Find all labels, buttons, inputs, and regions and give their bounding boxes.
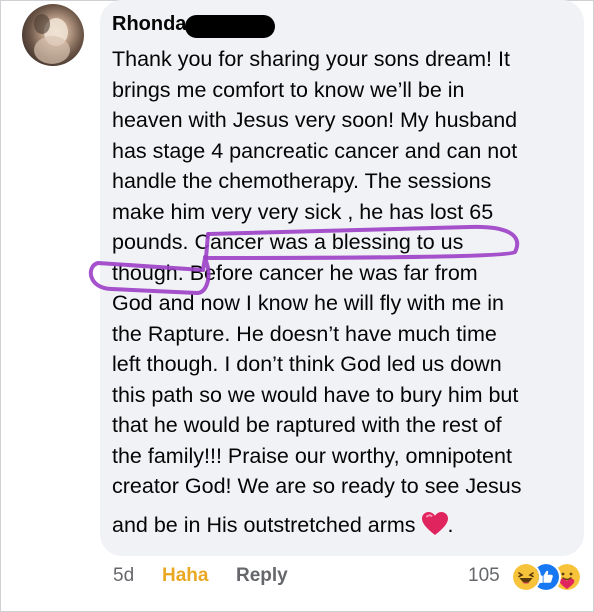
comment-line: left though. I don’t think God led us do… — [112, 352, 502, 376]
comment-line: that he would be raptured with the rest … — [112, 413, 502, 437]
comment-line: Thank you for sharing your sons dream! I… — [112, 47, 510, 71]
haha-icon — [511, 562, 541, 592]
reaction-count[interactable]: 105 — [468, 565, 500, 587]
redaction-bar — [185, 15, 275, 38]
red-heart-icon — [421, 511, 448, 535]
comment-author-name[interactable]: Rhonda — [112, 13, 186, 36]
comment-line: this path so we would have to bury him b… — [112, 382, 519, 407]
comment-line: brings me comfort to know we’ll be in — [112, 77, 465, 102]
comment-timestamp[interactable]: 5d — [113, 565, 134, 587]
comment-line-last: and be in His outstretched arms. — [112, 510, 582, 541]
comment-line: the family!!! Praise our worthy, omnipot… — [112, 443, 512, 468]
comment-line: make him very very sick , he has lost 65 — [112, 199, 494, 224]
comment-line: creator God! We are so ready to see Jesu… — [112, 474, 522, 498]
reply-button[interactable]: Reply — [236, 565, 288, 587]
comment-actions: 5d Haha Reply 105 — [0, 562, 594, 595]
comment-line: has stage 4 pancreatic cancer and can no… — [112, 138, 518, 163]
haha-reaction-button[interactable]: Haha — [162, 565, 208, 587]
comment-line: God and now I know he will fly with me i… — [112, 291, 504, 315]
comment-end-period: . — [447, 512, 454, 537]
comment-line: though. Before cancer he was far from — [112, 260, 478, 285]
comment-line: pounds. Cancer was a blessing to us — [112, 230, 464, 254]
comment-line: the Rapture. He doesn’t have much time — [112, 321, 497, 346]
avatar[interactable] — [22, 4, 84, 66]
comment-text: Thank you for sharing your sons dream! I… — [112, 44, 582, 540]
reaction-icons[interactable] — [511, 562, 591, 592]
comment-line: heaven with Jesus very soon! My husband — [112, 108, 518, 132]
comment-last-text: and be in His outstretched arms — [112, 512, 416, 537]
comment-line: handle the chemotherapy. The sessions — [112, 169, 492, 193]
